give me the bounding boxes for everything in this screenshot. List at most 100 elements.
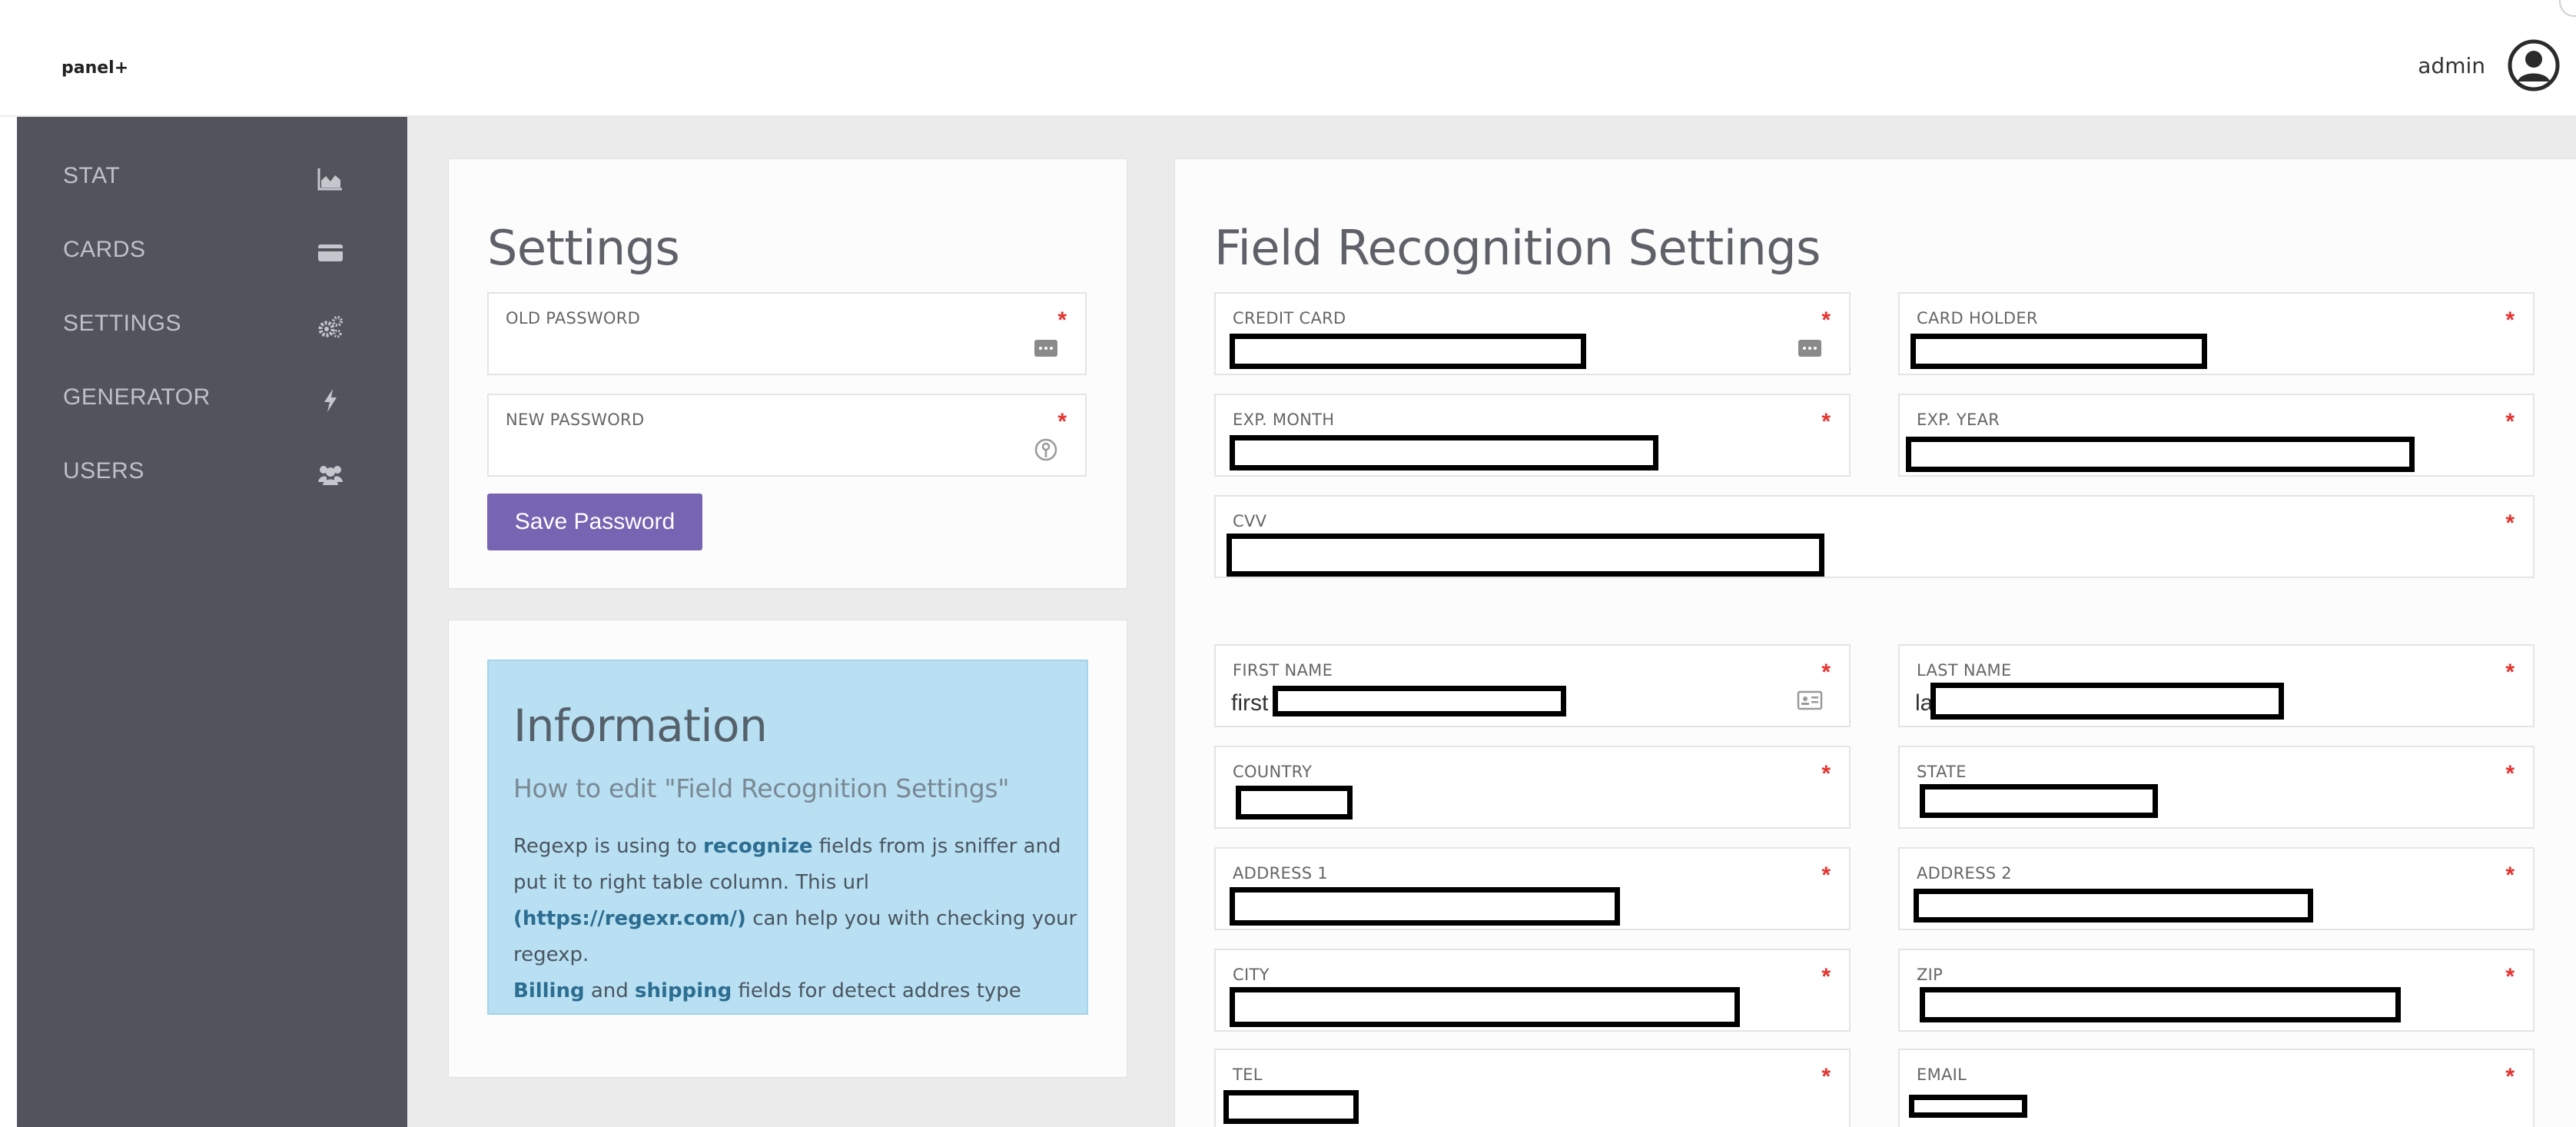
- required-marker: *: [1821, 660, 1831, 685]
- required-marker: *: [1821, 308, 1831, 333]
- country-field[interactable]: COUNTRY *: [1214, 746, 1851, 829]
- redaction-box: [1930, 683, 2284, 720]
- field-label: NEW PASSWORD: [506, 411, 645, 429]
- redaction-box: [1230, 887, 1620, 926]
- city-field[interactable]: CITY *: [1214, 949, 1851, 1032]
- users-icon: [318, 466, 343, 485]
- information-box: Information How to edit "Field Recogniti…: [487, 660, 1088, 1015]
- field-label: ZIP: [1917, 966, 1944, 984]
- required-marker: *: [2505, 1064, 2515, 1089]
- field-label: CARD HOLDER: [1917, 309, 2038, 327]
- sidebar-item-label: STAT: [63, 163, 121, 188]
- redaction-box: [1227, 534, 1824, 577]
- exp-month-field[interactable]: EXP. MONTH *: [1214, 394, 1851, 477]
- info-text: fields for detect addres type: [732, 979, 1021, 1002]
- required-marker: *: [2505, 510, 2515, 536]
- redaction-box: [1230, 334, 1586, 369]
- address2-field[interactable]: ADDRESS 2 *: [1898, 847, 2535, 930]
- bolt-icon: [324, 389, 337, 412]
- brand-logo[interactable]: panel+: [61, 58, 128, 78]
- last-name-field[interactable]: LAST NAME * la: [1898, 644, 2535, 727]
- field-label: ADDRESS 1: [1233, 864, 1328, 883]
- redaction-box: [1273, 686, 1566, 716]
- required-marker: *: [1821, 863, 1831, 888]
- required-marker: *: [2505, 308, 2515, 333]
- sidebar-item-label: USERS: [63, 458, 144, 484]
- sidebar-item-users[interactable]: USERS: [17, 441, 407, 510]
- field-label: EMAIL: [1917, 1065, 1967, 1084]
- sidebar-item-label: CARDS: [63, 237, 146, 262]
- new-password-field[interactable]: NEW PASSWORD *: [487, 394, 1087, 477]
- info-bold-billing: Billing: [513, 979, 585, 1002]
- redaction-box: [1906, 437, 2415, 472]
- top-bar: panel+ admin: [0, 0, 2576, 117]
- required-marker: *: [2505, 660, 2515, 685]
- corner-control[interactable]: [2559, 0, 2576, 17]
- field-label: OLD PASSWORD: [506, 309, 641, 327]
- info-bold-shipping: shipping: [635, 979, 732, 1002]
- field-label: EXP. YEAR: [1917, 411, 2000, 429]
- credit-card-field[interactable]: CREDIT CARD *: [1214, 292, 1851, 375]
- redaction-box: [1236, 786, 1353, 819]
- id-card-icon: [1797, 690, 1823, 710]
- state-field[interactable]: STATE *: [1898, 746, 2535, 829]
- required-marker: *: [1057, 409, 1067, 434]
- sidebar: STAT CARDS SETTINGS GENERATOR USERS: [17, 117, 407, 1127]
- redaction-box: [1920, 784, 2158, 818]
- zip-field[interactable]: ZIP *: [1898, 949, 2535, 1032]
- information-subtitle: How to edit "Field Recognition Settings": [513, 773, 1010, 803]
- area-chart-icon: [317, 168, 342, 191]
- info-text: Regexp is using to: [513, 835, 703, 858]
- cvv-field[interactable]: CVV *: [1214, 495, 2535, 578]
- email-field[interactable]: EMAIL *: [1898, 1049, 2535, 1127]
- window-edge: [0, 117, 17, 1127]
- sidebar-item-stat[interactable]: STAT: [17, 146, 407, 215]
- field-label: CREDIT CARD: [1233, 309, 1346, 327]
- field-label: COUNTRY: [1233, 763, 1313, 781]
- sidebar-item-label: GENERATOR: [63, 384, 211, 410]
- field-label: TEL: [1233, 1065, 1263, 1084]
- first-name-field[interactable]: FIRST NAME * first: [1214, 644, 1851, 727]
- field-label: EXP. MONTH: [1233, 411, 1335, 429]
- field-recognition-title: Field Recognition Settings: [1214, 220, 1821, 276]
- tel-field[interactable]: TEL *: [1214, 1049, 1851, 1127]
- required-marker: *: [1821, 964, 1831, 989]
- field-label: STATE: [1917, 763, 1967, 781]
- credit-card-icon: [318, 244, 343, 261]
- required-marker: *: [2505, 964, 2515, 989]
- redaction-box: [1920, 987, 2401, 1022]
- settings-title: Settings: [487, 220, 680, 276]
- redaction-box: [1914, 889, 2313, 923]
- gears-icon: [318, 316, 343, 338]
- old-password-field[interactable]: OLD PASSWORD *: [487, 292, 1087, 375]
- sidebar-item-cards[interactable]: CARDS: [17, 220, 407, 289]
- redaction-box: [1230, 435, 1658, 470]
- sidebar-item-generator[interactable]: GENERATOR: [17, 367, 407, 437]
- key-icon: [1034, 438, 1057, 461]
- regexr-link[interactable]: (https://regexr.com/): [513, 907, 746, 930]
- exp-year-field[interactable]: EXP. YEAR *: [1898, 394, 2535, 477]
- required-marker: *: [1057, 308, 1067, 333]
- field-value: first: [1231, 690, 1269, 716]
- information-text: Regexp is using to recognize fields from…: [513, 829, 1082, 1009]
- field-label: LAST NAME: [1917, 661, 2012, 680]
- address1-field[interactable]: ADDRESS 1 *: [1214, 847, 1851, 930]
- field-label: FIRST NAME: [1233, 661, 1333, 680]
- required-marker: *: [2505, 761, 2515, 786]
- save-password-button[interactable]: Save Password: [487, 494, 702, 550]
- ellipsis-box-icon: [1034, 340, 1057, 357]
- redaction-box: [1223, 1090, 1359, 1124]
- user-avatar-icon[interactable]: [2507, 38, 2561, 92]
- required-marker: *: [2505, 863, 2515, 888]
- info-text: and: [584, 979, 636, 1002]
- information-title: Information: [513, 700, 768, 752]
- user-name[interactable]: admin: [2418, 53, 2485, 78]
- ellipsis-box-icon: [1798, 340, 1821, 357]
- redaction-box: [1909, 1095, 2027, 1118]
- field-label: ADDRESS 2: [1917, 864, 2012, 883]
- card-holder-field[interactable]: CARD HOLDER *: [1898, 292, 2535, 375]
- redaction-box: [1910, 334, 2207, 369]
- user-menu[interactable]: admin: [2418, 38, 2561, 92]
- sidebar-item-settings[interactable]: SETTINGS: [17, 294, 407, 363]
- field-label: CITY: [1233, 966, 1270, 984]
